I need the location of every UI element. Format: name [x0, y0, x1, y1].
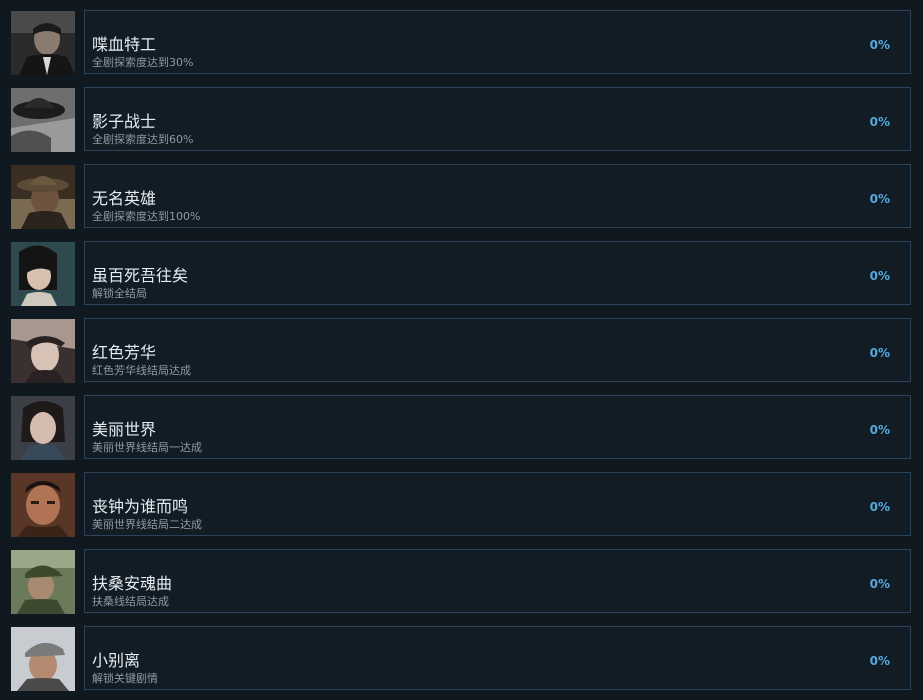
achievement-row[interactable]: 小别离 解锁关键剧情 0% [0, 626, 923, 692]
achievement-description: 红色芳华线结局达成 [92, 364, 191, 377]
achievement-percent: 0% [869, 192, 890, 206]
achievement-description: 全剧探索度达到100% [92, 210, 201, 223]
achievement-description: 全剧探索度达到30% [92, 56, 194, 69]
achievement-percent: 0% [869, 654, 890, 668]
achievement-percent: 0% [869, 115, 890, 129]
achievement-description: 扶桑线结局达成 [92, 595, 169, 608]
achievement-percent: 0% [869, 577, 890, 591]
achievement-description: 解锁全结局 [92, 287, 147, 300]
achievement-percent: 0% [869, 38, 890, 52]
achievement-percent: 0% [869, 346, 890, 360]
achievement-percent: 0% [869, 423, 890, 437]
achievement-row[interactable]: 丧钟为谁而鸣 美丽世界线结局二达成 0% [0, 472, 923, 538]
portrait-soldier-icon [11, 550, 75, 614]
achievement-title: 红色芳华 [92, 343, 157, 362]
achievement-percent: 0% [869, 269, 890, 283]
achievement-row[interactable]: 虽百死吾往矣 解锁全结局 0% [0, 241, 923, 307]
achievement-row[interactable]: 扶桑安魂曲 扶桑线结局达成 0% [0, 549, 923, 615]
portrait-woman-icon [11, 396, 75, 460]
achievement-card: 丧钟为谁而鸣 美丽世界线结局二达成 0% [84, 472, 911, 536]
achievement-list: 喋血特工 全剧探索度达到30% 0% 影子战士 全剧探索度达到60% 0% 无名… [0, 0, 923, 700]
achievement-title: 影子战士 [92, 112, 157, 131]
achievement-card: 喋血特工 全剧探索度达到30% 0% [84, 10, 911, 74]
achievement-card: 红色芳华 红色芳华线结局达成 0% [84, 318, 911, 382]
achievement-card: 美丽世界 美丽世界线结局一达成 0% [84, 395, 911, 459]
achievement-card: 影子战士 全剧探索度达到60% 0% [84, 87, 911, 151]
achievement-row[interactable]: 红色芳华 红色芳华线结局达成 0% [0, 318, 923, 384]
achievement-title: 虽百死吾往矣 [92, 266, 189, 285]
achievement-title: 喋血特工 [92, 35, 157, 54]
achievement-row[interactable]: 影子战士 全剧探索度达到60% 0% [0, 87, 923, 153]
achievement-card: 小别离 解锁关键剧情 0% [84, 626, 911, 690]
achievement-row[interactable]: 喋血特工 全剧探索度达到30% 0% [0, 10, 923, 76]
portrait-woman-bob-icon [11, 242, 75, 306]
achievement-title: 无名英雄 [92, 189, 157, 208]
achievement-title: 丧钟为谁而鸣 [92, 497, 189, 516]
achievement-description: 解锁关键剧情 [92, 672, 158, 685]
achievement-title: 小别离 [92, 651, 141, 670]
achievement-title: 美丽世界 [92, 420, 157, 439]
achievement-description: 美丽世界线结局一达成 [92, 441, 202, 454]
achievement-title: 扶桑安魂曲 [92, 574, 173, 593]
achievement-card: 无名英雄 全剧探索度达到100% 0% [84, 164, 911, 228]
achievement-description: 全剧探索度达到60% [92, 133, 194, 146]
portrait-woman-cap-icon [11, 319, 75, 383]
portrait-man-hat-icon [11, 165, 75, 229]
achievement-row[interactable]: 美丽世界 美丽世界线结局一达成 0% [0, 395, 923, 461]
achievement-card: 虽百死吾往矣 解锁全结局 0% [84, 241, 911, 305]
achievement-card: 扶桑安魂曲 扶桑线结局达成 0% [84, 549, 911, 613]
achievement-percent: 0% [869, 500, 890, 514]
portrait-man-flatcap-icon [11, 627, 75, 691]
fedora-hat-icon [11, 88, 75, 152]
achievement-description: 美丽世界线结局二达成 [92, 518, 202, 531]
achievement-row[interactable]: 无名英雄 全剧探索度达到100% 0% [0, 164, 923, 230]
portrait-man-suit-icon [11, 11, 75, 75]
portrait-man-icon [11, 473, 75, 537]
